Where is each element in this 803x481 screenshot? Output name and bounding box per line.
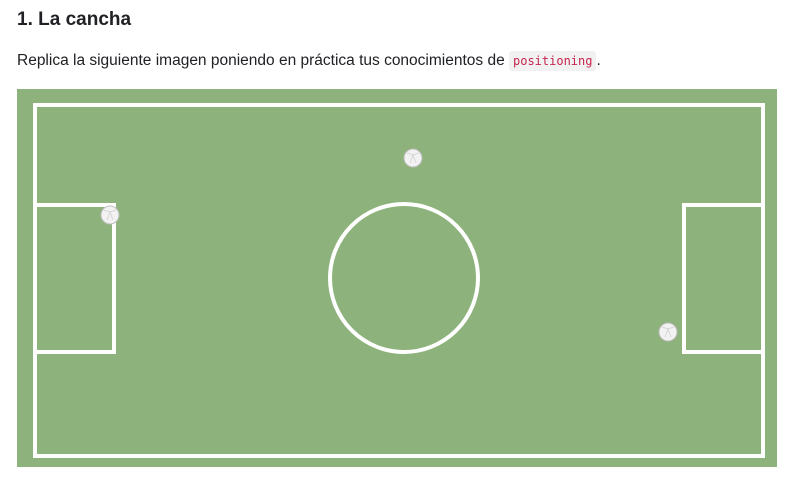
instructions-text: Replica la siguiente imagen poniendo en … (17, 52, 509, 69)
code-snippet: positioning (509, 51, 597, 71)
ball (658, 322, 678, 342)
soccer-field-image (17, 89, 777, 467)
ball (100, 205, 120, 225)
exercise-instructions: Replica la siguiente imagen poniendo en … (17, 50, 601, 72)
field-grass (17, 89, 777, 467)
ball (403, 148, 423, 168)
exercise-title: 1. La cancha (17, 9, 132, 30)
instructions-period: . (596, 52, 601, 69)
soccer-field (17, 89, 777, 467)
